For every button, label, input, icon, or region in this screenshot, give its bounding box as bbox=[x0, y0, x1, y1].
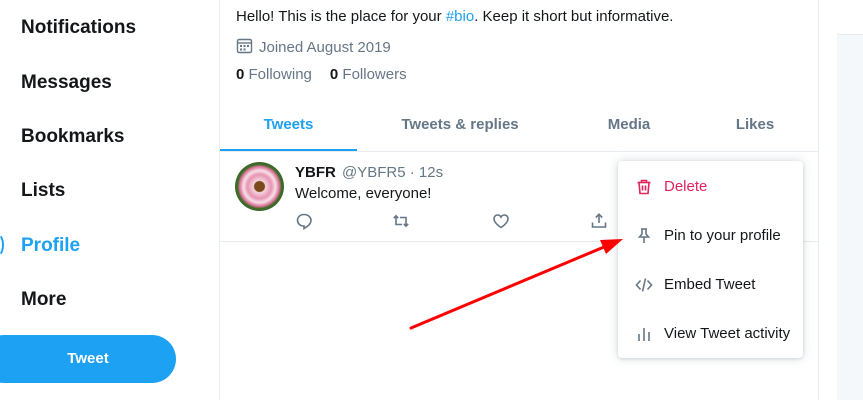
nav-item-more[interactable]: More bbox=[21, 289, 66, 311]
analytics-icon bbox=[635, 325, 653, 343]
avatar[interactable] bbox=[235, 162, 284, 211]
following-count: 0 bbox=[236, 66, 245, 83]
nav-item-profile[interactable]: Profile bbox=[21, 235, 80, 257]
right-sidebar-header bbox=[837, 0, 863, 35]
left-navigation: Notifications Messages Bookmarks Lists P… bbox=[0, 0, 220, 400]
following-link[interactable]: 0 Following bbox=[236, 66, 312, 83]
followers-count: 0 bbox=[329, 66, 339, 83]
tab-likes[interactable]: Likes bbox=[710, 100, 800, 151]
bio-text: . Keep it short but informative. bbox=[474, 8, 674, 25]
right-sidebar bbox=[837, 0, 863, 400]
bio-text: Hello! This is the place for your bbox=[236, 8, 446, 25]
following-label: Following bbox=[248, 66, 312, 83]
menu-item-label: Pin to your profile bbox=[664, 227, 781, 244]
joined-text: Joined August 2019 bbox=[259, 39, 391, 56]
calendar-icon bbox=[236, 37, 253, 58]
menu-item-view-tweet-activity[interactable]: View Tweet activity bbox=[618, 309, 803, 358]
bio-hashtag-link[interactable]: #bio bbox=[446, 8, 474, 25]
menu-item-label: Delete bbox=[664, 178, 708, 195]
tweet-author-name[interactable]: YBFR bbox=[295, 164, 336, 181]
tweet-button[interactable]: Tweet bbox=[0, 335, 176, 383]
trash-icon bbox=[635, 178, 653, 196]
menu-item-pin-to-profile[interactable]: Pin to your profile bbox=[618, 211, 803, 260]
nav-item-lists[interactable]: Lists bbox=[21, 180, 65, 202]
code-icon bbox=[635, 276, 653, 294]
tab-tweets-replies[interactable]: Tweets & replies bbox=[380, 100, 540, 151]
nav-item-bookmarks[interactable]: Bookmarks bbox=[21, 126, 125, 148]
followers-label: Followers bbox=[342, 66, 407, 83]
tweet-options-menu: Delete Pin to your profile Embed Tweet V… bbox=[618, 161, 803, 358]
like-icon[interactable] bbox=[492, 212, 512, 232]
tab-tweets[interactable]: Tweets bbox=[220, 100, 357, 151]
tweet-text: Welcome, everyone! bbox=[295, 185, 432, 202]
profile-tabs: Tweets Tweets & replies Media Likes bbox=[220, 100, 818, 152]
menu-item-label: View Tweet activity bbox=[664, 325, 791, 342]
tab-media[interactable]: Media bbox=[580, 100, 678, 151]
retweet-icon[interactable] bbox=[392, 212, 412, 232]
follow-counts: 0 Following 0 Followers bbox=[236, 66, 407, 83]
profile-bio: Hello! This is the place for your #bio. … bbox=[236, 8, 673, 25]
nav-item-messages[interactable]: Messages bbox=[21, 72, 112, 94]
menu-item-label: Embed Tweet bbox=[664, 276, 756, 293]
followers-link[interactable]: 0 Followers bbox=[330, 66, 407, 83]
share-icon[interactable] bbox=[590, 212, 610, 232]
menu-item-delete[interactable]: Delete bbox=[618, 162, 803, 211]
pin-icon bbox=[635, 227, 653, 245]
joined-date: Joined August 2019 bbox=[236, 37, 391, 58]
tweet-handle-time: @YBFR5 · 12s bbox=[342, 164, 444, 181]
reply-icon[interactable] bbox=[295, 212, 315, 232]
column-divider bbox=[818, 0, 819, 400]
nav-item-notifications[interactable]: Notifications bbox=[21, 17, 136, 39]
active-indicator bbox=[0, 233, 4, 257]
menu-item-embed-tweet[interactable]: Embed Tweet bbox=[618, 260, 803, 309]
